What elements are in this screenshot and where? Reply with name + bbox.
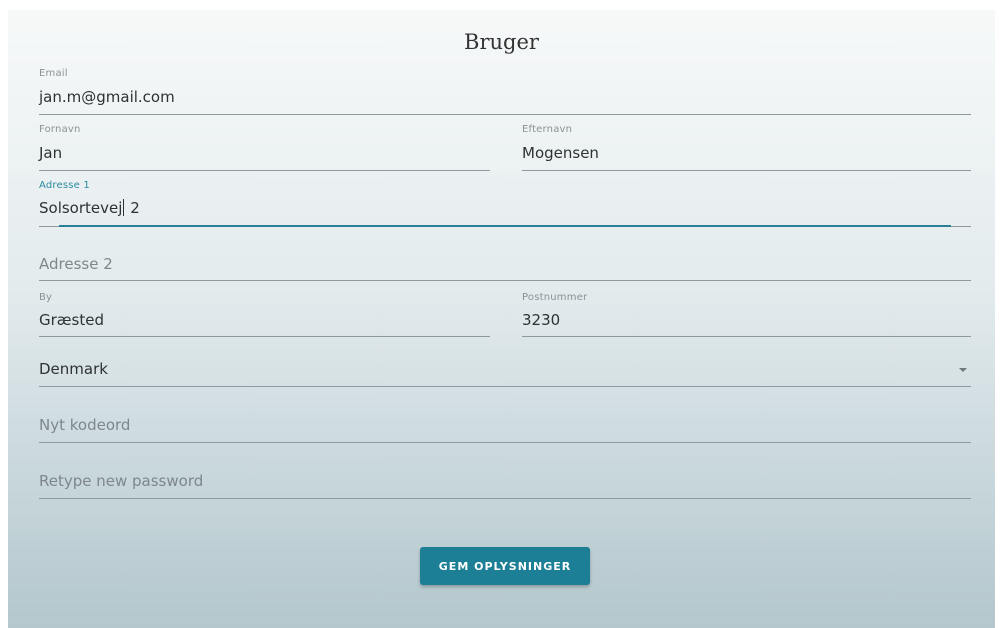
first-name-field[interactable]: Fornavn Jan [39, 124, 490, 171]
postal-code-underline [522, 336, 971, 337]
retype-password-underline [39, 498, 971, 499]
retype-password-placeholder: Retype new password [39, 472, 204, 490]
city-label: By [39, 292, 53, 303]
country-value: Denmark [39, 360, 108, 378]
email-field[interactable]: Email jan.m@gmail.com [39, 68, 971, 115]
address1-field[interactable]: Adresse 1 Solsortevej 2 [39, 180, 971, 227]
city-value: Græsted [39, 311, 104, 329]
address1-focus-line [59, 225, 951, 227]
first-name-value: Jan [39, 144, 63, 162]
email-label: Email [39, 68, 68, 79]
user-form-panel: Bruger Email jan.m@gmail.com Fornavn Jan… [8, 10, 995, 628]
city-underline [39, 336, 490, 337]
postal-code-label: Postnummer [522, 292, 588, 303]
address1-label: Adresse 1 [39, 180, 90, 191]
new-password-placeholder: Nyt kodeord [39, 416, 131, 434]
new-password-underline [39, 442, 971, 443]
address1-value-after-caret: 2 [125, 199, 140, 217]
postal-code-value: 3230 [522, 311, 561, 329]
address2-underline [39, 280, 971, 281]
last-name-value: Mogensen [522, 144, 599, 162]
address2-placeholder: Adresse 2 [39, 255, 113, 273]
last-name-label: Efternavn [522, 124, 573, 135]
postal-code-field[interactable]: Postnummer 3230 [522, 292, 971, 337]
last-name-field[interactable]: Efternavn Mogensen [522, 124, 971, 171]
first-name-underline [39, 170, 490, 171]
city-field[interactable]: By Græsted [39, 292, 490, 337]
country-underline [39, 386, 971, 387]
email-value: jan.m@gmail.com [39, 88, 175, 106]
new-password-field[interactable]: Nyt kodeord [39, 403, 971, 443]
first-name-label: Fornavn [39, 124, 81, 135]
address1-value-before-caret: Solsortevej [39, 199, 123, 217]
form-title: Bruger [464, 30, 539, 54]
caret-down-icon[interactable] [959, 368, 967, 372]
address2-field[interactable]: Adresse 2 [39, 236, 971, 281]
country-select[interactable]: Denmark [39, 348, 971, 387]
retype-password-field[interactable]: Retype new password [39, 459, 971, 499]
address1-value: Solsortevej 2 [39, 199, 140, 217]
last-name-underline [522, 170, 971, 171]
save-button[interactable]: GEM OPLYSNINGER [420, 547, 590, 585]
email-underline [39, 114, 971, 115]
